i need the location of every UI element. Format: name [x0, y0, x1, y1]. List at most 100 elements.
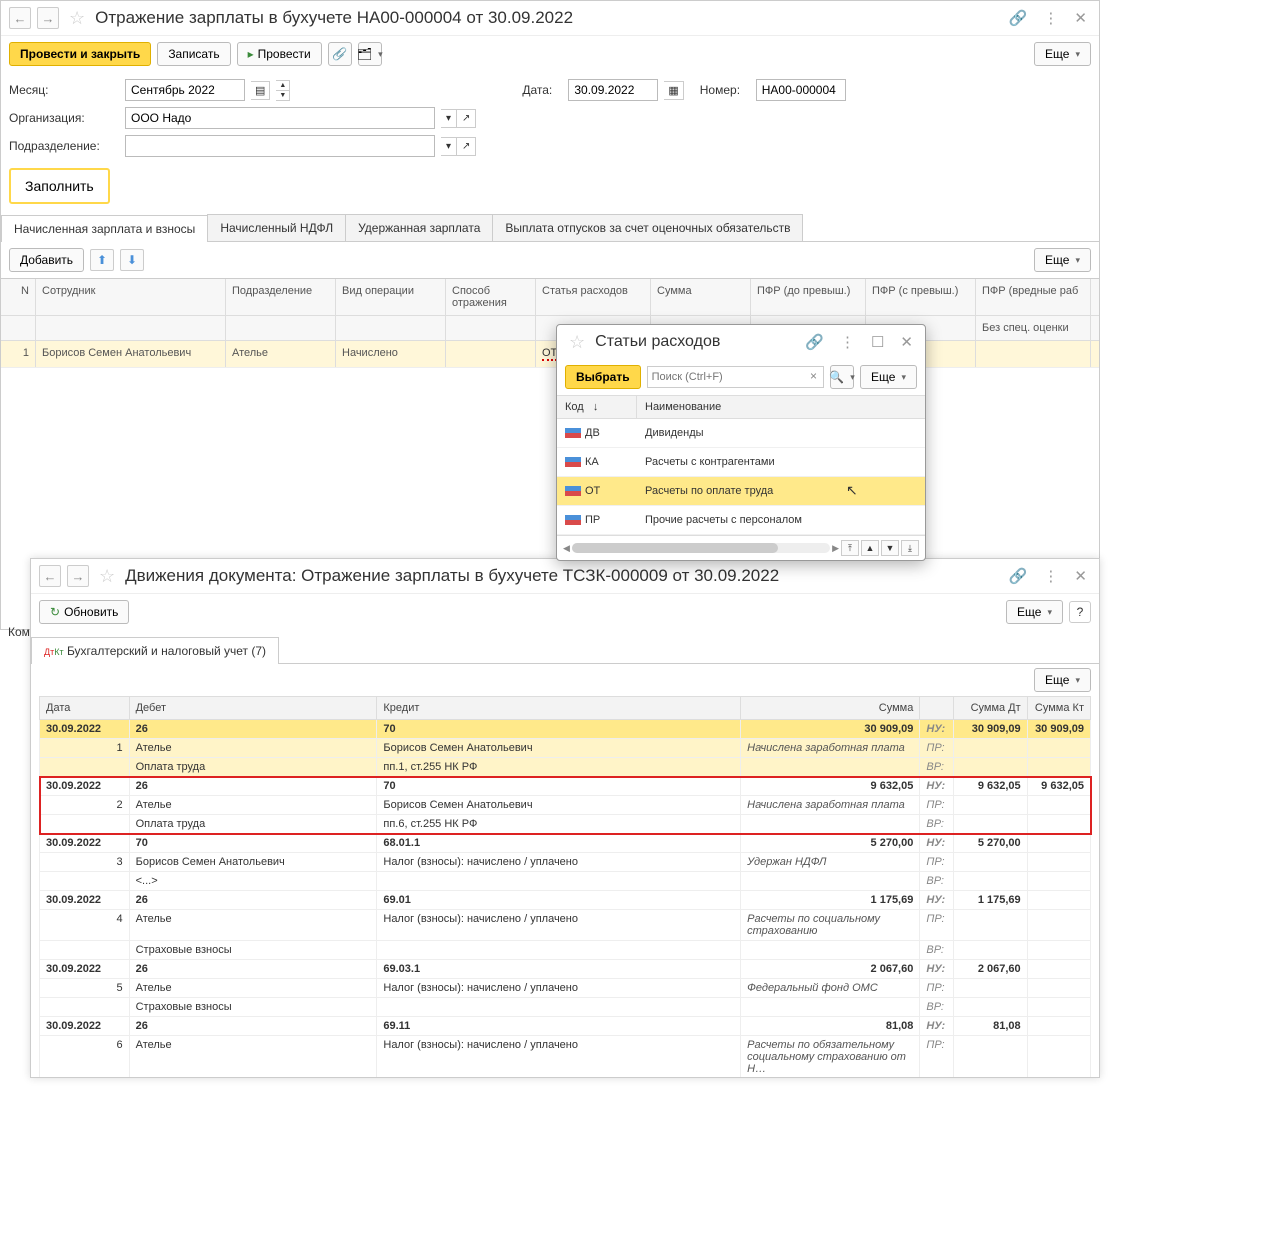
- popup-scrollbar[interactable]: [572, 543, 830, 553]
- number-input[interactable]: [756, 79, 846, 101]
- popup-more-icon[interactable]: ⋮: [836, 331, 859, 353]
- forward-button[interactable]: →: [37, 7, 59, 29]
- expense-item-row[interactable]: ДВДивиденды: [557, 419, 925, 448]
- col-emp[interactable]: Сотрудник: [36, 279, 226, 315]
- col-sum[interactable]: Сумма: [651, 279, 751, 315]
- popup-col-code[interactable]: Код ↓: [557, 396, 637, 418]
- movements-entry[interactable]: 30.09.20222669.03.1 2 067,60НУ: 2 067,60…: [40, 960, 1091, 1017]
- div-select-button[interactable]: ▾: [441, 137, 457, 156]
- more-icon[interactable]: ⋮: [1039, 7, 1062, 29]
- grid2-more-button[interactable]: Еще▾: [1034, 668, 1091, 692]
- refresh-button[interactable]: ↻Обновить: [39, 600, 129, 624]
- win2-more-button[interactable]: Еще▾: [1006, 600, 1063, 624]
- movements-entry[interactable]: 30.09.20222670 9 632,05НУ: 9 632,059 632…: [40, 777, 1091, 834]
- col2-date[interactable]: Дата: [40, 697, 130, 720]
- win2-title: Движения документа: Отражение зарплаты в…: [125, 566, 999, 586]
- org-open-button[interactable]: ↗: [457, 109, 476, 128]
- col-p3[interactable]: ПФР (вредные раб: [976, 279, 1091, 315]
- cell-emp: Борисов Семен Анатольевич: [36, 341, 226, 367]
- grid-row[interactable]: 1 Борисов Семен Анатольевич Ателье Начис…: [1, 341, 1099, 368]
- div-input[interactable]: [125, 135, 435, 157]
- expense-item-row[interactable]: ПРПрочие расчеты с персоналом: [557, 506, 925, 535]
- popup-more-button[interactable]: Еще▾: [860, 365, 917, 389]
- win2-more-icon[interactable]: ⋮: [1039, 565, 1062, 587]
- movements-entry[interactable]: 30.09.20222669.11 81,08НУ: 81,08 6Ателье…: [40, 1017, 1091, 1078]
- post-button[interactable]: ▸Провести: [237, 42, 322, 66]
- popup-link-icon[interactable]: 🔗: [801, 331, 828, 353]
- date-input[interactable]: [568, 79, 658, 101]
- move-up-button[interactable]: ⬆: [90, 249, 114, 271]
- calendar-button[interactable]: ▦: [664, 81, 683, 100]
- list-up-button[interactable]: ▲: [861, 540, 879, 556]
- col2-kt[interactable]: Сумма Кт: [1027, 697, 1090, 720]
- win2-close-icon[interactable]: ✕: [1070, 565, 1091, 587]
- org-label: Организация:: [9, 111, 119, 125]
- month-spinner[interactable]: ▲▼: [276, 80, 290, 101]
- tab-accrued[interactable]: Начисленная зарплата и взносы: [1, 215, 208, 242]
- list-top-button[interactable]: ⤒: [841, 540, 859, 556]
- win2-link-icon[interactable]: 🔗: [1005, 565, 1032, 587]
- movements-window: ← → ☆ Движения документа: Отражение зарп…: [30, 558, 1100, 1078]
- popup-close-icon[interactable]: ✕: [896, 331, 917, 353]
- select-button[interactable]: Выбрать: [565, 365, 641, 389]
- org-select-button[interactable]: ▾: [441, 109, 457, 128]
- search-clear-button[interactable]: ×: [804, 367, 823, 387]
- col-n[interactable]: N: [1, 279, 36, 315]
- col-way[interactable]: Способ отражения: [446, 279, 536, 315]
- tab-withheld[interactable]: Удержанная зарплата: [345, 214, 493, 241]
- popup-col-name[interactable]: Наименование: [637, 396, 925, 418]
- star-icon[interactable]: ☆: [69, 8, 85, 29]
- popup-max-icon[interactable]: ☐: [867, 331, 888, 353]
- structure-button[interactable]: 🗂▾: [358, 42, 382, 66]
- attach-button[interactable]: 📎: [328, 42, 352, 66]
- more-button[interactable]: Еще▾: [1034, 42, 1091, 66]
- col-div[interactable]: Подразделение: [226, 279, 336, 315]
- expense-item-row[interactable]: ОТРасчеты по оплате труда: [557, 477, 925, 506]
- win2-star-icon[interactable]: ☆: [99, 566, 115, 587]
- search-input[interactable]: [648, 367, 804, 387]
- movements-entry[interactable]: 30.09.20227068.01.1 5 270,00НУ: 5 270,00…: [40, 834, 1091, 891]
- col-op[interactable]: Вид операции: [336, 279, 446, 315]
- post-close-button[interactable]: Провести и закрыть: [9, 42, 151, 66]
- close-icon[interactable]: ✕: [1070, 7, 1091, 29]
- month-list-button[interactable]: ▤: [251, 81, 270, 100]
- form-area: Месяц: ▤ ▲▼ Дата: ▦ Номер: Организация: …: [1, 72, 1099, 164]
- col-p2[interactable]: ПФР (с превыш.): [866, 279, 976, 315]
- col-exp[interactable]: Статья расходов: [536, 279, 651, 315]
- tab-ndfl[interactable]: Начисленный НДФЛ: [207, 214, 346, 241]
- win2-back-button[interactable]: ←: [39, 565, 61, 587]
- movements-entry[interactable]: 30.09.20222670 30 909,09НУ: 30 909,0930 …: [40, 720, 1091, 777]
- win2-forward-button[interactable]: →: [67, 565, 89, 587]
- find-button[interactable]: 🔍▾: [830, 365, 854, 389]
- more-button-label: Еще: [1045, 47, 1069, 61]
- movements-entry[interactable]: 30.09.20222669.01 1 175,69НУ: 1 175,69 4…: [40, 891, 1091, 960]
- tab-vacation[interactable]: Выплата отпусков за счет оценочных обяза…: [492, 214, 803, 241]
- expense-item-row[interactable]: КАРасчеты с контрагентами: [557, 448, 925, 477]
- move-down-button[interactable]: ⬇: [120, 249, 144, 271]
- write-button[interactable]: Записать: [157, 42, 230, 66]
- item-icon: [565, 515, 581, 525]
- col-p1[interactable]: ПФР (до превыш.): [751, 279, 866, 315]
- grid-more-button[interactable]: Еще▾: [1034, 248, 1091, 272]
- div-open-button[interactable]: ↗: [457, 137, 476, 156]
- list-bottom-button[interactable]: ⤓: [901, 540, 919, 556]
- post-button-label: Провести: [258, 47, 311, 61]
- col2-dt[interactable]: Сумма Дт: [953, 697, 1027, 720]
- sub-p3[interactable]: Без спец. оценки: [976, 316, 1091, 340]
- col2-sum[interactable]: Сумма: [741, 697, 920, 720]
- fill-button[interactable]: Заполнить: [9, 168, 110, 204]
- add-button[interactable]: Добавить: [9, 248, 84, 272]
- org-input[interactable]: [125, 107, 435, 129]
- month-label: Месяц:: [9, 83, 119, 97]
- month-input[interactable]: [125, 79, 245, 101]
- col2-kredit[interactable]: Кредит: [377, 697, 741, 720]
- paperclip-icon: 📎: [333, 47, 347, 62]
- refresh-icon: ↻: [50, 605, 60, 619]
- link-icon[interactable]: 🔗: [1005, 7, 1032, 29]
- list-down-button[interactable]: ▼: [881, 540, 899, 556]
- back-button[interactable]: ←: [9, 7, 31, 29]
- popup-star-icon[interactable]: ☆: [569, 332, 585, 353]
- col2-debet[interactable]: Дебет: [129, 697, 377, 720]
- help-button[interactable]: ?: [1069, 601, 1091, 623]
- accounting-tab[interactable]: ДтКт Бухгалтерский и налоговый учет (7): [31, 637, 279, 664]
